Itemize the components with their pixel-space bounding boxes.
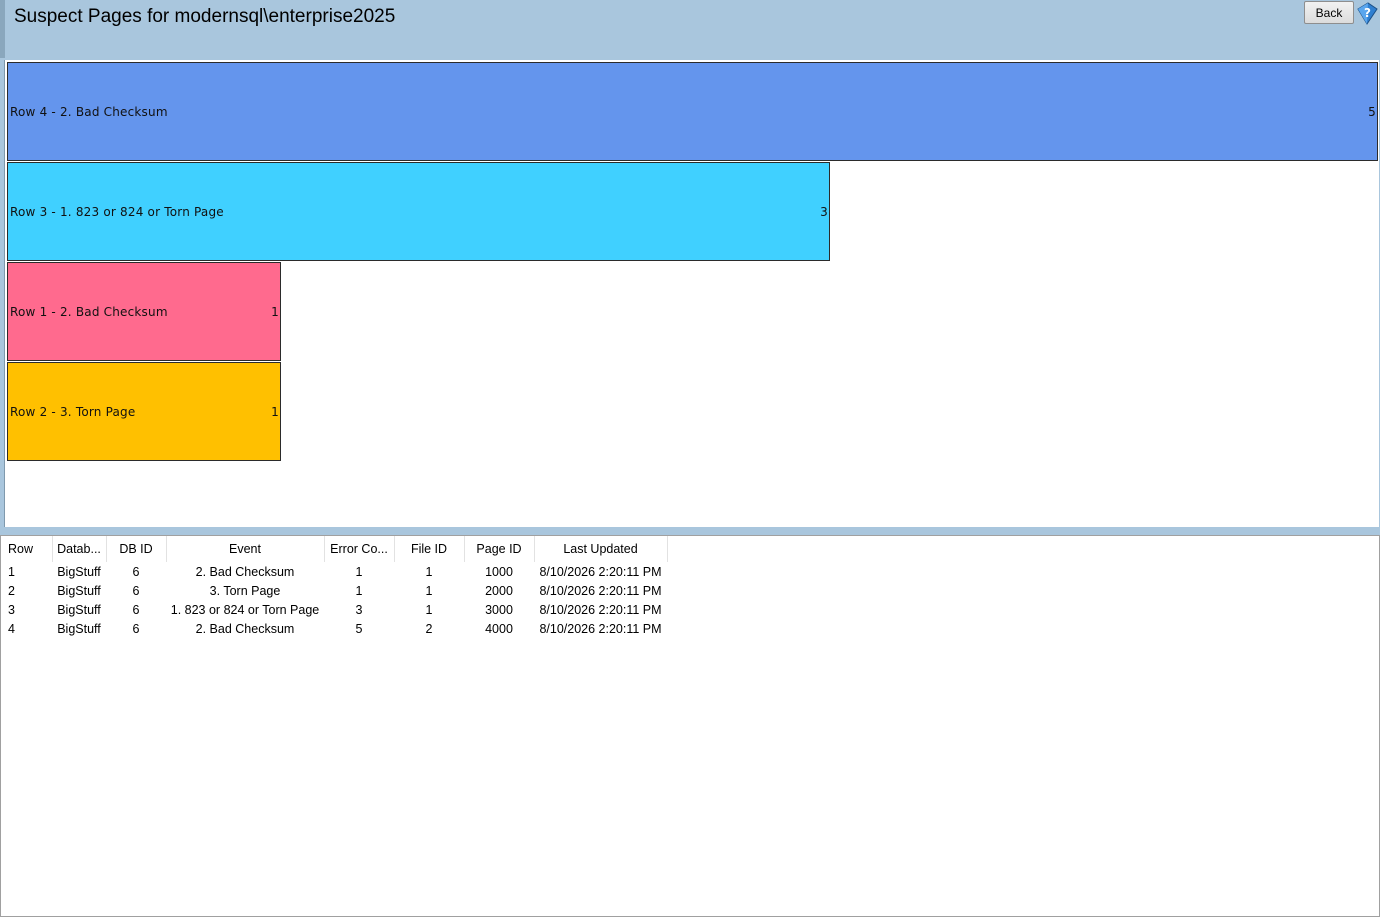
table-row[interactable]: 2 BigStuff 6 3. Torn Page 1 1 2000 8/10/2026 2:… xyxy=(1,581,667,600)
table-cell: 1 xyxy=(425,602,433,617)
chart-bar-value: 1 xyxy=(271,304,279,319)
chart-bar[interactable]: Row 1 - 2. Bad Checksum 1 xyxy=(7,262,281,361)
back-button[interactable]: Back xyxy=(1304,1,1354,24)
table-cell: 8/10/2026 2:20:11 PM xyxy=(539,564,662,579)
table-cell: 2 xyxy=(8,583,15,598)
chart-bar-value: 5 xyxy=(1368,104,1376,119)
chart-bar-value: 1 xyxy=(271,404,279,419)
table-cell: 2 xyxy=(425,621,433,636)
column-header[interactable]: File ID xyxy=(394,536,465,562)
table-cell: 6 xyxy=(132,602,140,617)
table-cell: 2. Bad Checksum xyxy=(195,621,295,636)
header-bar: Suspect Pages for modernsql\enterprise20… xyxy=(0,0,1380,58)
column-header[interactable]: Page ID xyxy=(464,536,535,562)
table-cell: 3. Torn Page xyxy=(209,583,281,598)
table-cell: 1000 xyxy=(485,564,513,579)
chart-panel: Row 4 - 2. Bad Checksum 5 Row 3 - 1. 823 o… xyxy=(4,60,1379,527)
table-cell: 8/10/2026 2:20:11 PM xyxy=(539,583,662,598)
table-cell: 6 xyxy=(132,621,140,636)
table-cell: 1 xyxy=(355,564,363,579)
column-header[interactable]: Last Updated xyxy=(534,536,668,562)
table-cell: 3000 xyxy=(485,602,513,617)
table-cell: 1 xyxy=(8,564,15,579)
chart-bar-label: Row 3 - 1. 823 or 824 or Torn Page xyxy=(10,204,224,219)
table-cell: 1 xyxy=(425,564,433,579)
results-grid: Row Datab... DB ID Event Error Co... File ID P… xyxy=(0,535,1380,917)
table-cell: 5 xyxy=(355,621,363,636)
table-row[interactable]: 1 BigStuff 6 2. Bad Checksum 1 1 1000 8/10/2026… xyxy=(1,562,667,581)
chart-bar[interactable]: Row 4 - 2. Bad Checksum 5 xyxy=(7,62,1378,161)
table-cell: 3 xyxy=(8,602,15,617)
svg-text:?: ? xyxy=(1364,6,1371,20)
column-header[interactable]: DB ID xyxy=(106,536,167,562)
chart-bar-label: Row 1 - 2. Bad Checksum xyxy=(10,304,168,319)
table-cell: 2. Bad Checksum xyxy=(195,564,295,579)
chart-bar[interactable]: Row 3 - 1. 823 or 824 or Torn Page 3 xyxy=(7,162,830,261)
chart-bar-value: 3 xyxy=(820,204,828,219)
panel-splitter[interactable] xyxy=(0,527,1380,535)
table-cell: 3 xyxy=(355,602,363,617)
chart-bar-label: Row 4 - 2. Bad Checksum xyxy=(10,104,168,119)
table-cell: 8/10/2026 2:20:11 PM xyxy=(539,621,662,636)
table-cell: BigStuff xyxy=(57,583,101,598)
column-header[interactable]: Datab... xyxy=(52,536,107,562)
chart-bar-label: Row 2 - 3. Torn Page xyxy=(10,404,136,419)
table-cell: 1 xyxy=(425,583,433,598)
table-cell: 4 xyxy=(8,621,15,636)
table-cell: BigStuff xyxy=(57,602,101,617)
table-cell: BigStuff xyxy=(57,564,101,579)
table-header-row: Row Datab... DB ID Event Error Co... File ID P… xyxy=(1,536,668,562)
table-cell: 2000 xyxy=(485,583,513,598)
column-header[interactable]: Row xyxy=(1,536,53,562)
help-question-icon[interactable]: ? xyxy=(1355,1,1379,25)
column-header[interactable]: Error Co... xyxy=(324,536,395,562)
table-cell: 6 xyxy=(132,583,140,598)
page-title: Suspect Pages for modernsql\enterprise20… xyxy=(14,6,396,27)
table-cell: 1. 823 or 824 or Torn Page xyxy=(170,602,320,617)
table-cell: 4000 xyxy=(485,621,513,636)
table-cell: 6 xyxy=(132,564,140,579)
column-header[interactable]: Event xyxy=(166,536,325,562)
suspect-pages-table: Row Datab... DB ID Event Error Co... File ID P… xyxy=(1,536,668,638)
header-accent-strip xyxy=(0,0,5,58)
table-cell: 8/10/2026 2:20:11 PM xyxy=(539,602,662,617)
table-cell: 1 xyxy=(355,583,363,598)
table-cell: BigStuff xyxy=(57,621,101,636)
table-row[interactable]: 4 BigStuff 6 2. Bad Checksum 5 2 4000 8/10/2026… xyxy=(1,619,667,638)
table-row[interactable]: 3 BigStuff 6 1. 823 or 824 or Torn Page 3 1 30… xyxy=(1,600,667,619)
chart-bar[interactable]: Row 2 - 3. Torn Page 1 xyxy=(7,362,281,461)
